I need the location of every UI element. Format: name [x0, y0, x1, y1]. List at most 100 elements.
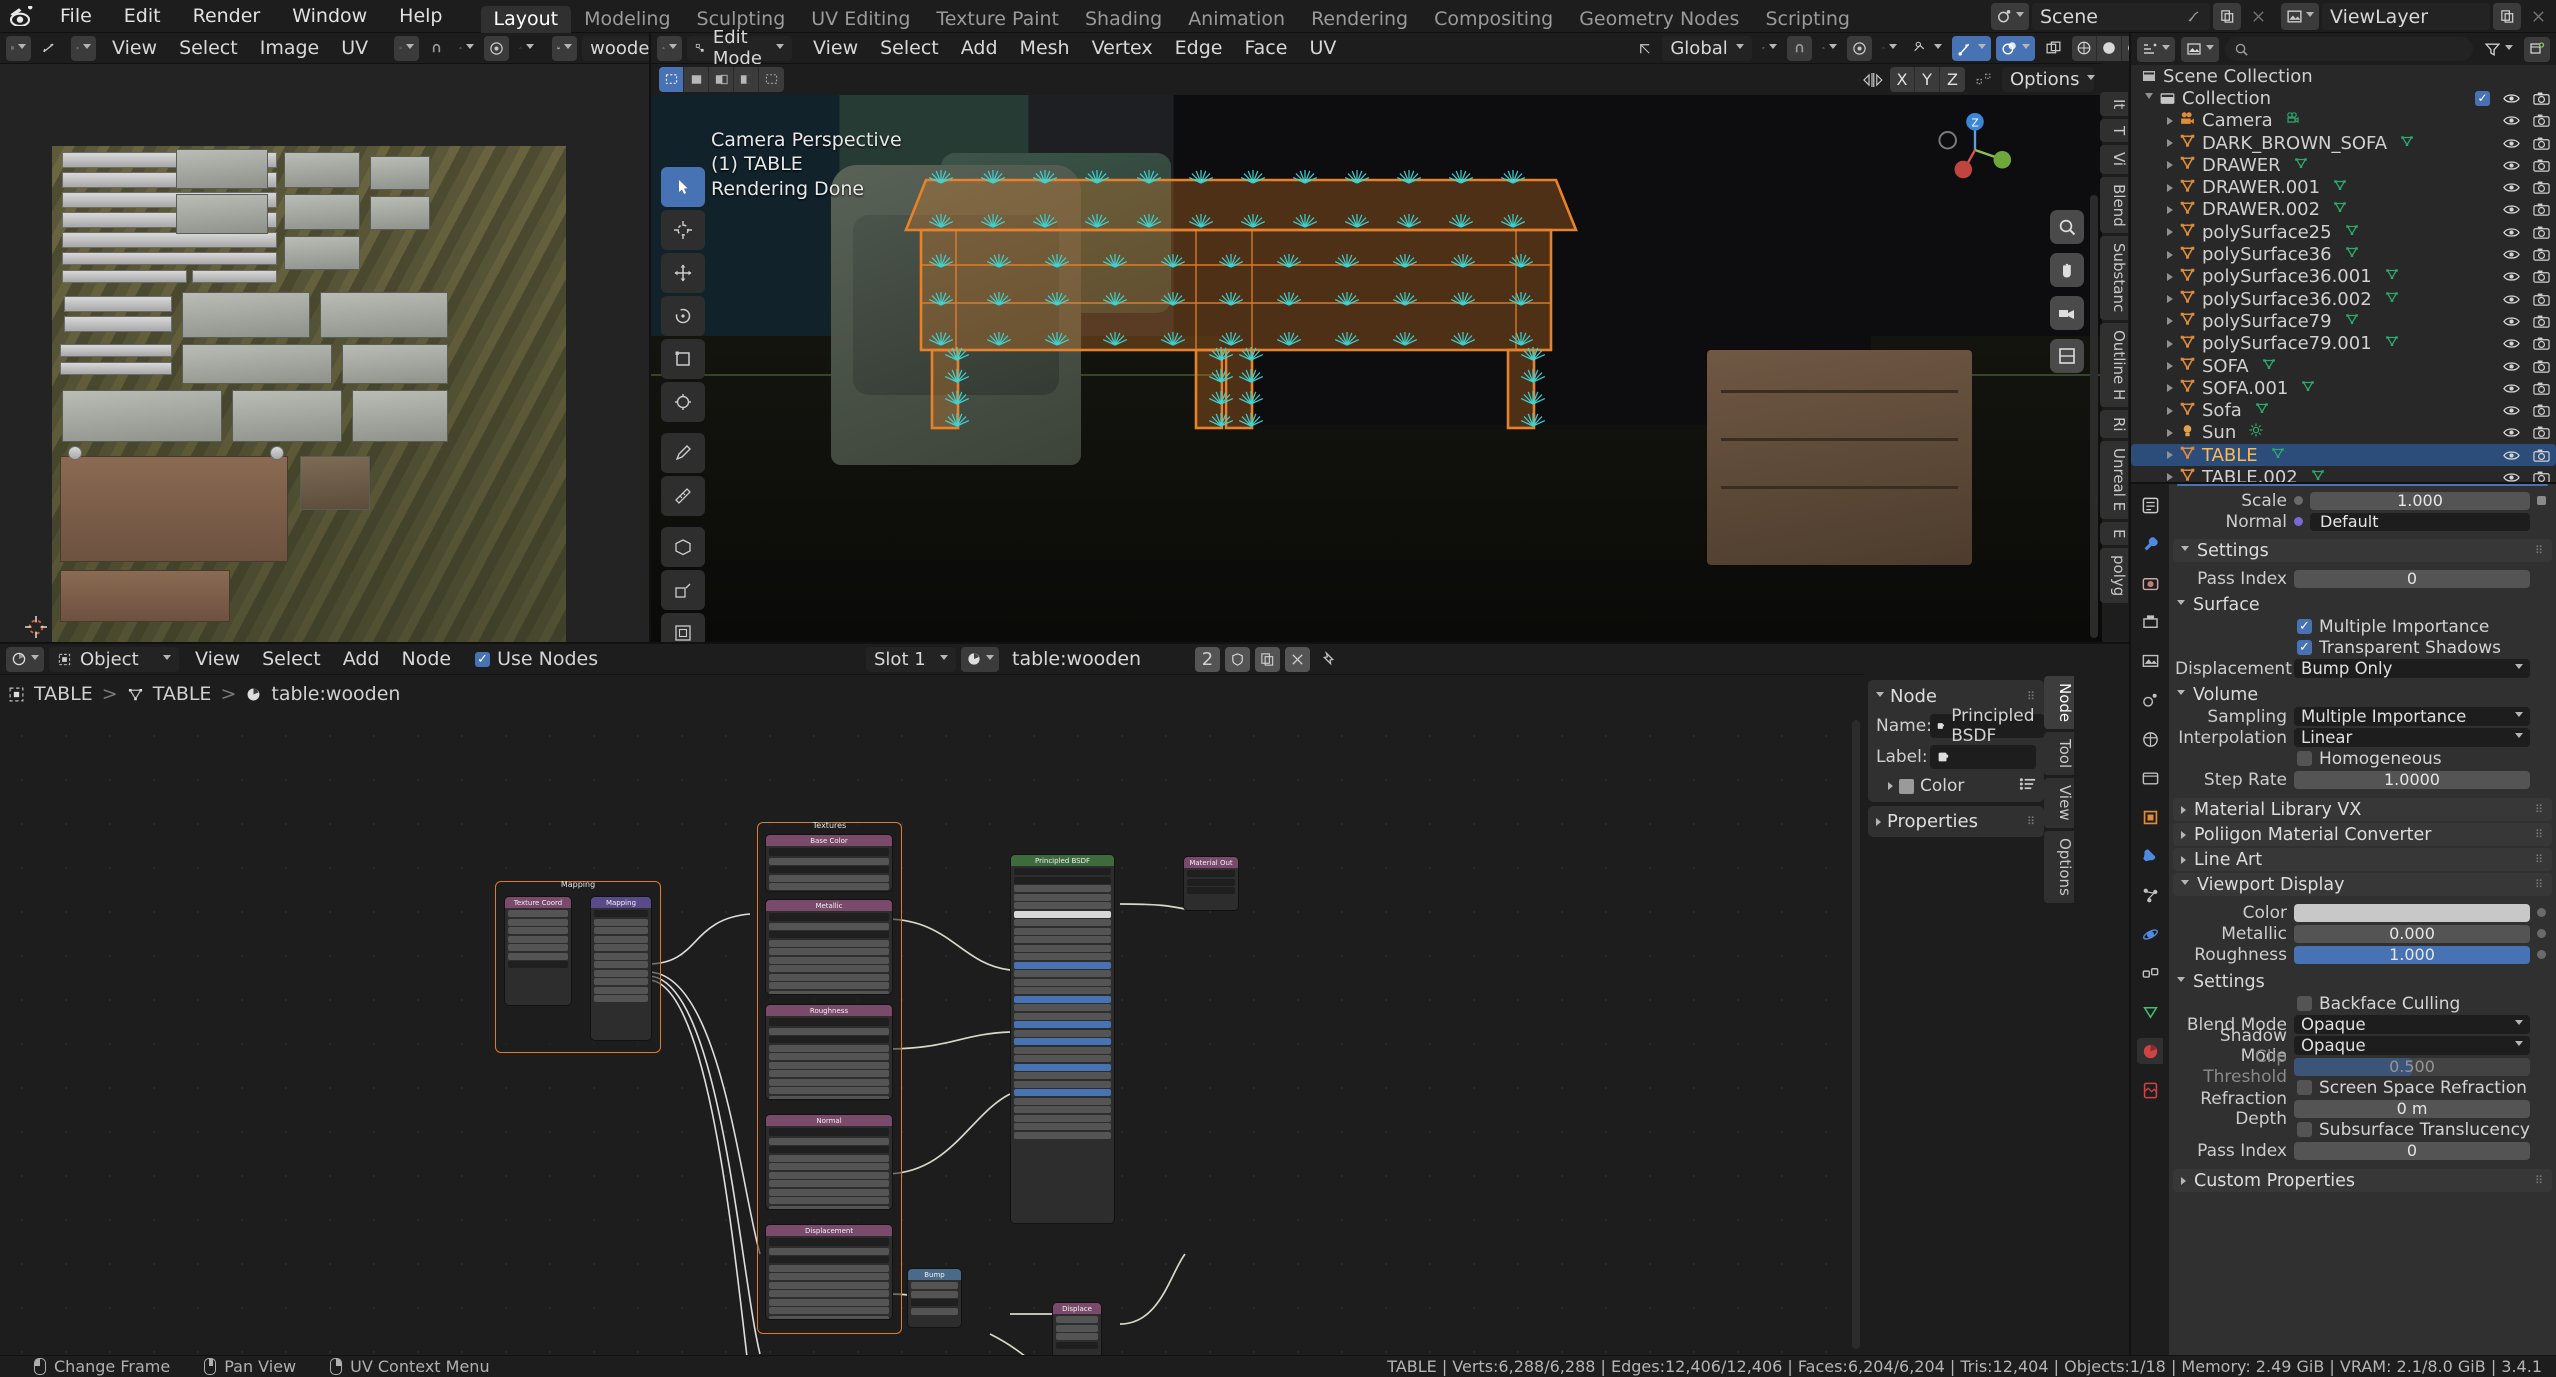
node-image-texture-2[interactable]: Roughness — [765, 1004, 893, 1100]
workspace-tab-uv-editing[interactable]: UV Editing — [798, 6, 923, 33]
viewport-menu-add[interactable]: Add — [950, 36, 1009, 61]
scene-unlink-button[interactable] — [2244, 3, 2272, 30]
camera-render-icon[interactable] — [2533, 269, 2550, 284]
tab-world[interactable] — [2137, 726, 2163, 752]
node-canvas[interactable]: Mapping Texture Coord Mapping Textures B… — [0, 714, 1864, 1355]
viewport-scrollbar[interactable] — [2090, 195, 2098, 638]
outliner-item-dark_brown_sofa[interactable]: DARK_BROWN_SOFA — [2131, 132, 2556, 154]
navigation-gizmo[interactable]: Z — [1936, 111, 2014, 189]
camera-render-icon[interactable] — [2533, 225, 2550, 240]
collection-checkbox[interactable]: ✓ — [2475, 90, 2490, 106]
uv-menu-view[interactable]: View — [101, 36, 168, 61]
outliner-item-table-002[interactable]: TABLE.002 — [2131, 466, 2556, 482]
viewport-display-section[interactable]: Viewport Display ⠿ — [2173, 873, 2552, 896]
viewlayer-remove-button[interactable] — [2524, 3, 2552, 30]
homogeneous-checkbox[interactable] — [2297, 751, 2312, 766]
shading-solid-icon[interactable] — [2096, 35, 2122, 61]
uv-sync-icon[interactable] — [36, 36, 61, 61]
normal-value[interactable]: Default — [2310, 512, 2530, 531]
camera-render-icon[interactable] — [2533, 113, 2550, 128]
mirror-axis-y[interactable]: Y — [1915, 67, 1940, 92]
tab-modifiers[interactable] — [2137, 843, 2163, 869]
breadcrumb-material[interactable]: table:wooden — [271, 683, 400, 705]
mesh-data-icon[interactable] — [2270, 445, 2286, 466]
tab-material[interactable] — [2137, 1038, 2163, 1064]
node-panel-tab-tool[interactable]: Tool — [2044, 732, 2074, 776]
mesh-data-icon[interactable] — [2332, 199, 2348, 220]
show-overlays-icon[interactable] — [1995, 35, 2035, 61]
outliner-new-collection-icon[interactable] — [2524, 36, 2550, 62]
editor-type-icon[interactable] — [6, 35, 31, 61]
properties-section-header[interactable]: Properties ⠿ — [1876, 811, 2036, 832]
uv-falloff-curve-icon[interactable] — [514, 36, 539, 61]
tab-scene[interactable] — [2137, 687, 2163, 713]
displacement-dropdown[interactable]: Bump Only — [2294, 659, 2530, 678]
normal-socket-dot[interactable] — [2294, 517, 2303, 526]
uv-image-browse-icon[interactable] — [552, 35, 578, 61]
eye-icon[interactable] — [2503, 360, 2520, 373]
breadcrumb-object[interactable]: TABLE — [34, 683, 93, 705]
expand-icon[interactable] — [2167, 183, 2173, 192]
tab-constraints[interactable] — [2137, 960, 2163, 986]
pass-index-value-1[interactable]: 0 — [2294, 569, 2530, 588]
node-image-texture-3[interactable]: Normal — [765, 1114, 893, 1210]
viewlayer-browse-icon[interactable] — [2281, 3, 2319, 30]
shader-type-selector[interactable]: Object — [49, 646, 179, 672]
eye-icon[interactable] — [2503, 337, 2520, 350]
outliner-display-mode-icon[interactable] — [2181, 36, 2219, 62]
uv-pivot-icon[interactable] — [394, 35, 420, 61]
tab-data[interactable] — [2137, 999, 2163, 1025]
eye-icon[interactable] — [2503, 382, 2520, 395]
mesh-data-icon[interactable] — [2332, 177, 2348, 198]
transparent-shadows-row[interactable]: ✓ Transparent Shadows — [2169, 637, 2556, 658]
scene-new-button[interactable] — [2213, 3, 2241, 30]
eye-icon[interactable] — [2503, 226, 2520, 239]
viewlayer-new-button[interactable] — [2493, 3, 2521, 30]
expand-icon[interactable] — [2167, 406, 2173, 415]
outliner-item-sofa[interactable]: Sofa — [2131, 399, 2556, 421]
workspace-tab-geometry-nodes[interactable]: Geometry Nodes — [1566, 6, 1752, 33]
collapsed-panel-line-art[interactable]: Line Art ⠿ — [2173, 848, 2552, 871]
addon-tab-2[interactable]: Vi — [2100, 145, 2128, 174]
camera-render-icon[interactable] — [2533, 403, 2550, 418]
shader-editor-type-icon[interactable] — [6, 646, 44, 672]
camera-render-icon[interactable] — [2533, 180, 2550, 195]
tool-set-icon[interactable] — [684, 67, 709, 92]
falloff-curve-icon[interactable] — [1877, 36, 1902, 61]
tab-object[interactable] — [2137, 804, 2163, 830]
expand-icon[interactable] — [2167, 317, 2173, 326]
sampling-dropdown[interactable]: Multiple Importance — [2294, 707, 2530, 726]
mesh-data-icon[interactable] — [2384, 333, 2400, 354]
viewport-options-menu[interactable]: Options — [2002, 67, 2096, 92]
viewport-menu-uv[interactable]: UV — [1298, 36, 1347, 61]
vd-color-animate-dot[interactable] — [2537, 908, 2546, 917]
expand-icon[interactable] — [2167, 272, 2173, 281]
node-section-header[interactable]: Node ⠿ — [1876, 686, 2036, 707]
addon-tab-3[interactable]: Blend — [2100, 176, 2128, 234]
material-properties-panel[interactable]: Scale 1.000 Normal Default Settings ⠿ Pa… — [2169, 484, 2556, 1355]
viewport-menu-vertex[interactable]: Vertex — [1081, 36, 1164, 61]
node-material-output[interactable]: Material Out — [1183, 856, 1239, 911]
outliner-item-sofa[interactable]: SOFA — [2131, 355, 2556, 377]
new-material-icon[interactable] — [1255, 646, 1280, 672]
properties-editor-type-icon[interactable] — [2137, 492, 2163, 518]
tab-tool[interactable] — [2137, 531, 2163, 557]
tool-extrude-icon[interactable] — [661, 570, 705, 610]
node-principled-bsdf[interactable]: Principled BSDF — [1010, 854, 1115, 1224]
tab-output[interactable] — [2137, 609, 2163, 635]
outliner-item-polysurface79-001[interactable]: polySurface79.001 — [2131, 333, 2556, 355]
transparent-shadows-checkbox[interactable]: ✓ — [2297, 640, 2312, 655]
snap-target-icon[interactable] — [1817, 36, 1842, 61]
uv-sticky-selection-icon[interactable] — [71, 35, 96, 61]
vd-roughness-animate-dot[interactable] — [2537, 950, 2546, 959]
camera-render-icon[interactable] — [2533, 470, 2550, 482]
expand-icon[interactable] — [2167, 473, 2173, 482]
mesh-data-icon[interactable] — [2261, 356, 2277, 377]
use-nodes-checkbox[interactable]: ✓ — [475, 651, 491, 667]
node-image-texture-1[interactable]: Metallic — [765, 899, 893, 995]
eye-icon[interactable] — [2503, 203, 2520, 216]
blender-logo-icon[interactable] — [0, 0, 44, 33]
outliner-item-polysurface79[interactable]: polySurface79 — [2131, 310, 2556, 332]
eye-icon[interactable] — [2503, 159, 2520, 172]
workspace-tab-texture-paint[interactable]: Texture Paint — [923, 6, 1072, 33]
